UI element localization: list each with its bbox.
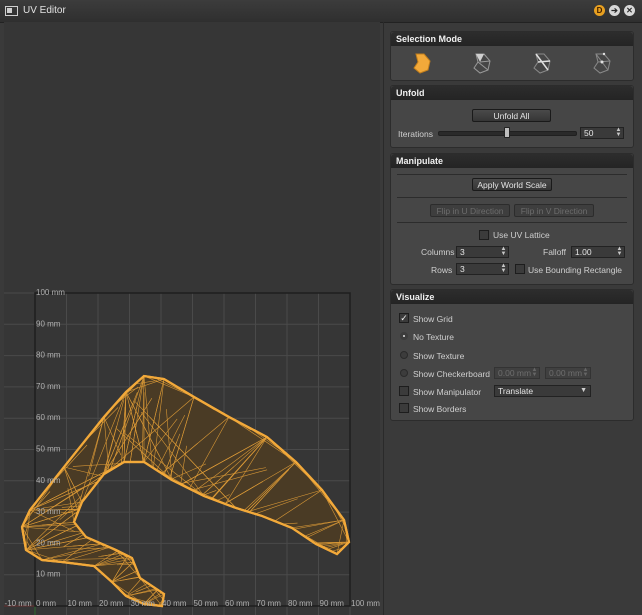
panel-header: Manipulate: [391, 154, 633, 168]
vertex-select-icon[interactable]: [589, 50, 615, 76]
falloff-label: Falloff: [543, 247, 566, 257]
edge-select-icon[interactable]: [529, 50, 555, 76]
uv-canvas[interactable]: 100 mm 90 mm 80 mm 70 mm 60 mm 50 mm 40 mm 30 m…: [4, 22, 380, 615]
uv-editor-icon: [5, 6, 18, 16]
iterations-label: Iterations: [398, 129, 433, 139]
manipulator-mode-value: Translate: [498, 386, 534, 396]
flip-v-button[interactable]: Flip in V Direction: [514, 204, 594, 217]
apply-world-scale-button[interactable]: Apply World Scale: [472, 178, 552, 191]
checker-v-value: 0.00 mm: [549, 368, 583, 378]
y-tick-label: 50 mm: [36, 445, 61, 454]
spinner-icon[interactable]: ▲ ▼: [582, 367, 589, 378]
show-texture-radio[interactable]: [400, 351, 408, 359]
y-tick-label: 100 mm: [36, 288, 65, 297]
use-bounding-rectangle-checkbox[interactable]: [515, 264, 525, 274]
rows-label: Rows: [431, 265, 453, 275]
x-tick-label: -10 mm: [5, 599, 32, 608]
dock-icon[interactable]: D: [594, 5, 605, 16]
iterations-field[interactable]: 50 ▲ ▼: [580, 127, 624, 139]
manipulator-mode-select[interactable]: Translate ▼: [494, 385, 591, 397]
y-tick-label: 70 mm: [36, 382, 61, 391]
spinner-icon[interactable]: ▲ ▼: [616, 246, 623, 257]
window-title: UV Editor: [23, 5, 66, 16]
x-tick-label: 70 mm: [257, 599, 282, 608]
use-uv-lattice-checkbox[interactable]: [479, 230, 489, 240]
x-tick-label: 0 mm: [36, 599, 56, 608]
visualize-panel: Visualize ✓ Show Grid No Texture Show Te…: [390, 289, 634, 421]
iterations-slider-handle[interactable]: [503, 127, 510, 138]
uv-island-outline: [20, 374, 351, 608]
checker-u-value: 0.00 mm: [498, 368, 532, 378]
title-bar: UV Editor D ➔ ✕: [0, 0, 642, 23]
use-bounding-rectangle-label: Use Bounding Rectangle: [528, 265, 623, 275]
columns-value: 3: [460, 247, 465, 257]
panel-header: Selection Mode: [391, 32, 633, 46]
falloff-field[interactable]: 1.00 ▲ ▼: [571, 246, 625, 258]
x-tick-label: 30 mm: [131, 599, 156, 608]
rows-field[interactable]: 3 ▲ ▼: [456, 263, 509, 275]
selection-mode-panel: Selection Mode: [390, 31, 634, 81]
y-tick-label: 80 mm: [36, 351, 61, 360]
checker-u-field[interactable]: 0.00 mm ▲ ▼: [494, 367, 540, 379]
y-tick-label: 40 mm: [36, 476, 61, 485]
show-texture-label: Show Texture: [413, 351, 465, 361]
divider: [397, 222, 627, 223]
uv-mesh[interactable]: [20, 374, 351, 608]
unfold-panel: Unfold Unfold All Iterations 50 ▲ ▼: [390, 85, 634, 148]
unfold-all-button[interactable]: Unfold All: [472, 109, 551, 122]
close-icon[interactable]: ✕: [624, 5, 635, 16]
viewport-divider[interactable]: [383, 22, 384, 615]
x-tick-label: 10 mm: [68, 599, 93, 608]
columns-field[interactable]: 3 ▲ ▼: [456, 246, 509, 258]
iterations-value: 50: [584, 128, 594, 138]
spinner-icon[interactable]: ▲ ▼: [500, 246, 507, 257]
face-select-icon[interactable]: [469, 50, 495, 76]
popout-arrow-icon[interactable]: ➔: [609, 5, 620, 16]
x-tick-label: 100 mm: [351, 599, 380, 608]
x-tick-label: 40 mm: [162, 599, 187, 608]
y-tick-label: 60 mm: [36, 413, 61, 422]
rows-value: 3: [460, 264, 465, 274]
show-checkerboard-radio[interactable]: [400, 369, 408, 377]
x-tick-label: 90 mm: [320, 599, 345, 608]
x-tick-label: 20 mm: [99, 599, 124, 608]
columns-label: Columns: [421, 247, 455, 257]
show-borders-checkbox[interactable]: [399, 403, 409, 413]
spinner-icon[interactable]: ▲ ▼: [500, 263, 507, 274]
show-grid-checkbox[interactable]: ✓: [399, 313, 409, 323]
panel-header: Visualize: [391, 290, 633, 304]
falloff-value: 1.00: [575, 247, 592, 257]
y-tick-label: 90 mm: [36, 319, 61, 328]
show-grid-label: Show Grid: [413, 314, 453, 324]
manipulate-panel: Manipulate Apply World Scale Flip in U D…: [390, 153, 634, 285]
spinner-icon[interactable]: ▲ ▼: [531, 367, 538, 378]
spinner-icon[interactable]: ▲ ▼: [615, 127, 622, 138]
show-manipulator-label: Show Manipulator: [413, 387, 482, 397]
no-texture-radio[interactable]: [400, 332, 408, 340]
use-uv-lattice-label: Use UV Lattice: [493, 230, 550, 240]
flip-u-button[interactable]: Flip in U Direction: [430, 204, 510, 217]
y-tick-label: 30 mm: [36, 507, 61, 516]
island-select-icon[interactable]: [409, 50, 435, 76]
divider: [397, 174, 627, 175]
x-tick-label: 60 mm: [225, 599, 250, 608]
show-borders-label: Show Borders: [413, 404, 467, 414]
no-texture-label: No Texture: [413, 332, 454, 342]
x-tick-label: 50 mm: [194, 599, 219, 608]
panel-header: Unfold: [391, 86, 633, 100]
x-tick-label: 80 mm: [288, 599, 313, 608]
checker-v-field[interactable]: 0.00 mm ▲ ▼: [545, 367, 591, 379]
divider: [397, 197, 627, 198]
y-tick-label: 10 mm: [36, 570, 61, 579]
chevron-down-icon: ▼: [580, 387, 587, 394]
y-tick-label: 20 mm: [36, 538, 61, 547]
uv-viewport[interactable]: 100 mm 90 mm 80 mm 70 mm 60 mm 50 mm 40 mm 30 m…: [4, 22, 380, 615]
show-checkerboard-label: Show Checkerboard: [413, 369, 491, 379]
show-manipulator-checkbox[interactable]: [399, 386, 409, 396]
